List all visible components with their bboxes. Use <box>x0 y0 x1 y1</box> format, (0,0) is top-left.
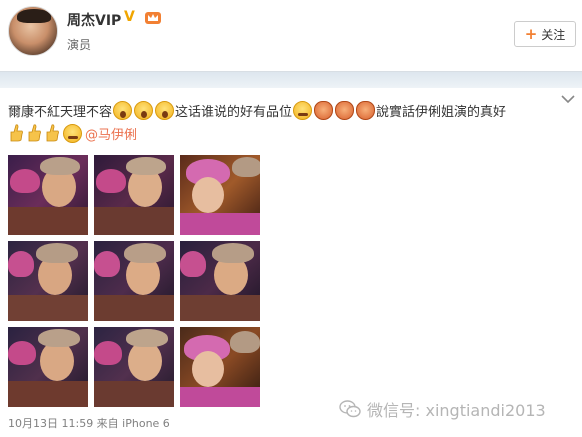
verified-badge: V <box>124 9 135 25</box>
thumbs-up-icon <box>10 124 23 142</box>
chevron-down-icon[interactable] <box>561 94 575 104</box>
wechat-icon <box>339 400 361 418</box>
post-text-a: 爾康不紅天理不容 <box>8 105 113 120</box>
profile-header: 周杰VIP V 演员 + 关注 <box>0 0 582 70</box>
photo-thumbnail[interactable] <box>8 327 88 407</box>
thumbs-up-icon <box>28 124 41 142</box>
surprised-emoji-icon <box>134 101 154 120</box>
photo-grid <box>8 155 260 407</box>
follow-label: 关注 <box>541 27 566 42</box>
angry-emoji-icon <box>314 101 334 120</box>
post-text-b: 这话谁说的好有品位 <box>175 105 293 120</box>
thumbs-up-icon <box>46 124 59 142</box>
surprised-emoji-icon <box>155 101 175 120</box>
section-divider <box>0 71 582 88</box>
watermark: 微信号: xingtiandi2013 <box>339 397 546 421</box>
angry-emoji-icon <box>356 101 376 120</box>
post-timestamp: 10月13日 11:59 来自 iPhone 6 <box>8 417 170 430</box>
post-text-line2: @马伊俐 <box>8 123 137 143</box>
photo-thumbnail[interactable] <box>180 241 260 321</box>
plus-icon: + <box>524 24 538 43</box>
follow-button[interactable]: + 关注 <box>514 21 576 47</box>
angry-emoji-icon <box>335 101 355 120</box>
photo-thumbnail[interactable] <box>94 241 174 321</box>
photo-thumbnail[interactable] <box>8 241 88 321</box>
post-text-c: 說實話伊俐姐演的真好 <box>376 105 507 120</box>
user-name[interactable]: 周杰VIP <box>67 10 121 30</box>
crown-vip-icon <box>145 12 161 24</box>
photo-thumbnail[interactable] <box>8 155 88 235</box>
shy-emoji-icon <box>63 123 82 143</box>
user-title: 演员 <box>67 38 92 52</box>
shy-emoji-icon <box>293 101 313 120</box>
photo-thumbnail[interactable] <box>94 327 174 407</box>
photo-thumbnail[interactable] <box>180 327 260 407</box>
photo-thumbnail[interactable] <box>94 155 174 235</box>
photo-thumbnail[interactable] <box>180 155 260 235</box>
surprised-emoji-icon <box>113 101 133 120</box>
avatar[interactable] <box>8 6 58 56</box>
mention-link[interactable]: @马伊俐 <box>85 124 137 143</box>
post-text-line1: 爾康不紅天理不容 这话谁说的好有品位 說實話伊俐姐演的真好 <box>8 101 506 120</box>
watermark-text: 微信号: xingtiandi2013 <box>367 401 546 420</box>
